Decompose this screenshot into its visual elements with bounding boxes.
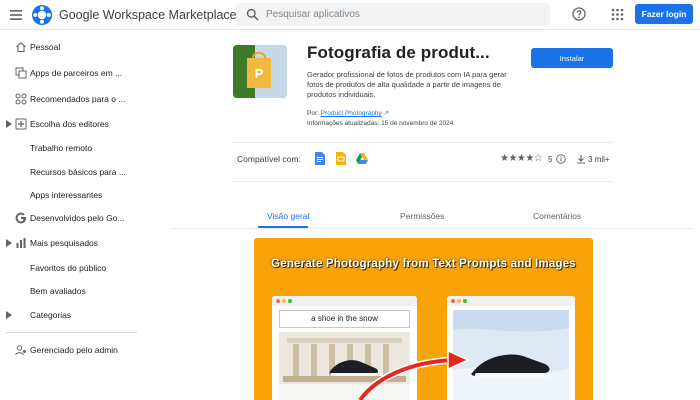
tab-reviews[interactable]: Comentários	[533, 211, 581, 221]
app-title[interactable]: Google Workspace Marketplace	[59, 8, 237, 22]
sidebar-item-label: Escolha dos editores	[30, 119, 109, 129]
tabs-divider	[172, 228, 692, 229]
google-apps-icon[interactable]	[611, 8, 624, 21]
sidebar: Pessoal Apps de parceiros em ... Recomen…	[0, 31, 140, 400]
svg-text:P: P	[255, 66, 264, 81]
sidebar-item-label: Favoritos do público	[30, 263, 107, 273]
chart-icon	[16, 238, 26, 248]
sidebar-item-label: Recursos básicos para ...	[30, 167, 126, 177]
sidebar-divider	[5, 332, 137, 333]
tab-permissions[interactable]: Permissões	[400, 211, 444, 221]
window-dot	[282, 299, 286, 303]
rating-stars: ★★★★☆	[500, 153, 543, 164]
sidebar-item-label: Categorias	[30, 310, 72, 320]
login-button[interactable]: Fazer login	[635, 4, 693, 24]
download-icon	[577, 155, 585, 164]
hamburger-menu-icon[interactable]	[9, 8, 23, 22]
banner-title: Generate Photography from Text Prompts a…	[271, 258, 576, 270]
sidebar-item-label: Mais pesquisados	[30, 238, 99, 248]
window-dot	[451, 299, 455, 303]
download-count: 3 mil+	[588, 155, 610, 164]
sidebar-item-remote-work[interactable]: Trabalho remoto	[0, 138, 140, 158]
google-drive-icon	[356, 153, 368, 164]
product-icon: P	[233, 45, 287, 98]
sidebar-item-interesting-apps[interactable]: Apps interessantes	[0, 185, 140, 205]
home-icon	[16, 42, 26, 53]
sidebar-item-recommended[interactable]: Recomendados para o ...	[0, 89, 140, 109]
sidebar-item-categories[interactable]: Categorias	[0, 305, 140, 325]
help-icon[interactable]	[572, 7, 586, 21]
info-icon[interactable]	[556, 154, 566, 164]
developer-line: Por: Product Photography ↗	[307, 109, 389, 117]
divider	[233, 142, 614, 143]
rating-count: 5	[548, 155, 553, 164]
product-title: Fotografia de produt...	[307, 43, 490, 62]
sidebar-item-most-searched[interactable]: Mais pesquisados	[0, 233, 140, 253]
window-dot	[276, 299, 280, 303]
window-dot	[463, 299, 467, 303]
updated-info: Informações atualizadas: 15 de novembro …	[307, 120, 454, 127]
search-icon[interactable]	[246, 8, 259, 21]
sidebar-item-basic-resources[interactable]: Recursos básicos para ...	[0, 162, 140, 182]
admin-icon	[15, 345, 26, 356]
marketplace-logo-icon[interactable]	[32, 5, 52, 25]
sidebar-item-partner-apps[interactable]: Apps de parceiros em ...	[0, 63, 140, 83]
sidebar-item-label: Trabalho remoto	[30, 143, 93, 153]
sidebar-item-pessoal[interactable]: Pessoal	[0, 37, 140, 57]
sidebar-item-label: Bem avaliados	[30, 286, 86, 296]
expand-arrow-icon[interactable]	[6, 239, 12, 247]
expand-arrow-icon[interactable]	[6, 311, 12, 319]
prompt-text: a shoe in the snow	[279, 310, 410, 328]
sidebar-item-label: Desenvolvidos pelo Go...	[30, 213, 125, 223]
recommended-icon	[15, 93, 27, 105]
google-g-icon	[15, 212, 26, 224]
install-button[interactable]: Instalar	[531, 48, 613, 68]
window-titlebar	[447, 296, 575, 306]
window-dot	[288, 299, 292, 303]
divider	[233, 181, 614, 182]
sidebar-item-label: Gerenciado pelo admin	[30, 345, 118, 355]
sidebar-item-top-rated[interactable]: Bem avaliados	[0, 281, 140, 301]
window-titlebar	[272, 296, 417, 306]
search-bar[interactable]	[236, 3, 550, 26]
top-bar: Google Workspace Marketplace Fazer login	[0, 0, 700, 30]
arrow-icon	[357, 349, 470, 400]
sidebar-item-built-by-google[interactable]: Desenvolvidos pelo Go...	[0, 208, 140, 228]
developer-link[interactable]: Product Photography	[321, 110, 382, 117]
tab-overview[interactable]: Visão geral	[267, 211, 309, 221]
editors-choice-icon	[15, 118, 27, 130]
sidebar-item-label: Recomendados para o ...	[30, 94, 126, 104]
product-description: Gerador profissional de fotos de produto…	[307, 70, 507, 100]
search-input[interactable]	[266, 7, 536, 22]
sidebar-item-admin-managed[interactable]: Gerenciado pelo admin	[0, 340, 140, 360]
google-slides-icon	[336, 152, 346, 165]
sidebar-item-editors-choice[interactable]: Escolha dos editores	[0, 114, 140, 134]
external-link-icon[interactable]: ↗	[384, 110, 389, 117]
developer-prefix: Por:	[307, 110, 319, 117]
expand-arrow-icon[interactable]	[6, 120, 12, 128]
partner-apps-icon	[15, 67, 27, 79]
sidebar-item-label: Apps de parceiros em ...	[30, 68, 123, 78]
window-dot	[457, 299, 461, 303]
sidebar-item-label: Apps interessantes	[30, 190, 103, 200]
google-docs-icon	[315, 152, 325, 165]
promo-banner[interactable]: Generate Photography from Text Prompts a…	[254, 238, 593, 400]
sidebar-item-label: Pessoal	[30, 42, 61, 52]
compatible-with-label: Compatível com:	[237, 154, 301, 164]
sidebar-item-public-favorites[interactable]: Favoritos do público	[0, 258, 140, 278]
